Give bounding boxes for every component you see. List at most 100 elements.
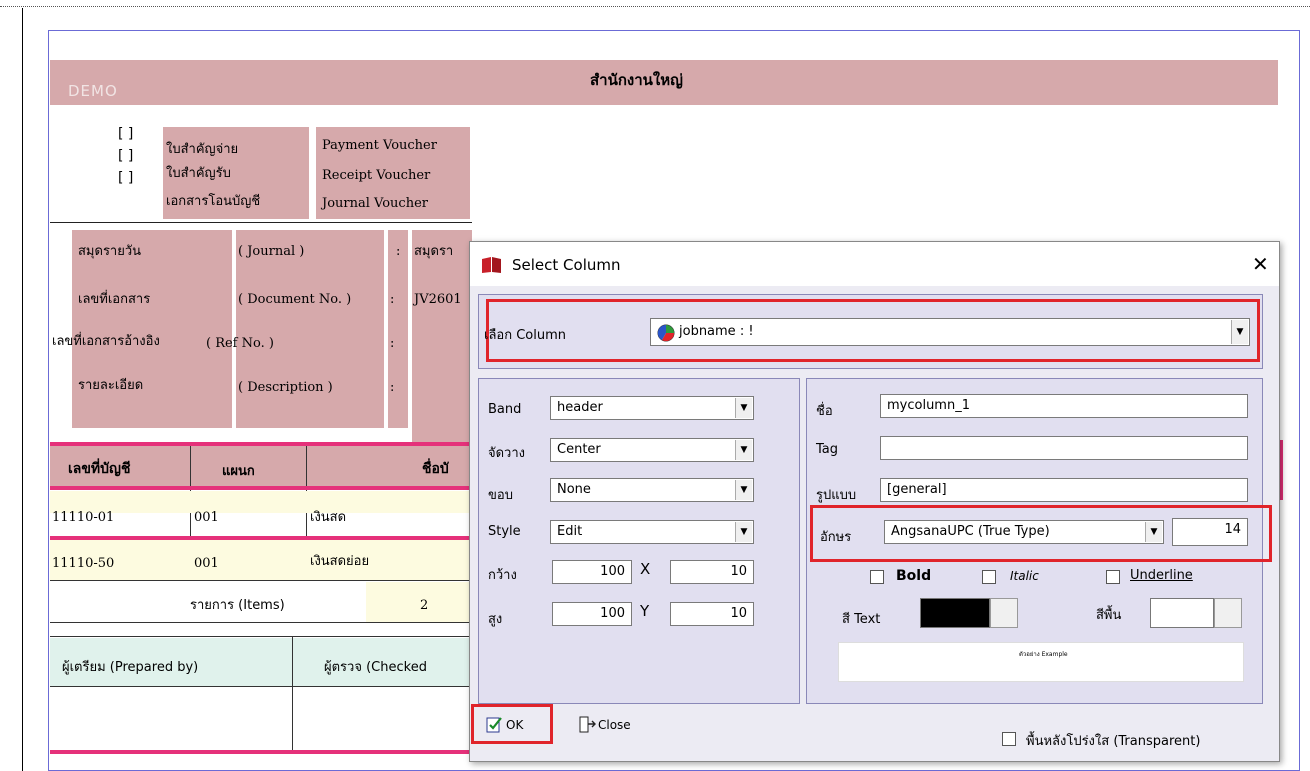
- bg-color-button[interactable]: [1214, 598, 1242, 628]
- chevron-down-icon[interactable]: ▼: [735, 480, 752, 500]
- name-label: ชื่อ: [816, 404, 833, 419]
- style-select[interactable]: Edit ▼: [550, 520, 754, 544]
- tag-input[interactable]: [880, 436, 1248, 460]
- info-eng-journal: ( Journal ): [238, 244, 305, 259]
- ok-check-icon: [486, 716, 504, 738]
- voucher-check-3[interactable]: [ ]: [118, 170, 133, 186]
- text-color-label: สี Text: [842, 612, 881, 627]
- info-eng-bg: [236, 230, 384, 428]
- x-label: X: [640, 560, 651, 578]
- voucher-check-1[interactable]: [ ]: [118, 126, 133, 142]
- row2-name: เงินสดย่อย: [310, 554, 370, 569]
- width-input[interactable]: 100: [552, 560, 632, 584]
- info-value-journal: สมุดรา: [414, 244, 454, 259]
- height-label: สูง: [488, 612, 503, 627]
- chevron-down-icon[interactable]: ▼: [1231, 320, 1248, 344]
- format-input[interactable]: [general]: [880, 478, 1248, 502]
- page-top-dotted-border: [0, 6, 1310, 7]
- ok-label: OK: [506, 718, 524, 732]
- format-label: รูปแบบ: [816, 488, 857, 503]
- dialog-titlebar[interactable]: Select Column ✕: [470, 242, 1279, 286]
- chevron-down-icon[interactable]: ▼: [735, 522, 752, 542]
- row2-dept: 001: [194, 556, 219, 571]
- exit-door-icon: [578, 716, 598, 738]
- items-rule: [50, 622, 472, 623]
- info-eng-docno: ( Document No. ): [238, 292, 352, 307]
- border-label: ขอบ: [488, 488, 513, 503]
- select-column-label: เลือก Column: [484, 328, 567, 343]
- info-label-description: รายละเอียด: [78, 378, 144, 393]
- bold-checkbox[interactable]: [870, 570, 884, 584]
- signature-vline: [292, 636, 293, 751]
- info-eng-refno: ( Ref No. ): [206, 336, 274, 351]
- font-value: AngsanaUPC (True Type): [891, 524, 1050, 539]
- chevron-down-icon[interactable]: ▼: [735, 398, 752, 418]
- row2-account: 11110-50: [52, 556, 115, 571]
- height-input[interactable]: 100: [552, 602, 632, 626]
- items-count-bg: [366, 582, 472, 622]
- font-size-input[interactable]: 14: [1172, 518, 1248, 546]
- band-value: header: [557, 400, 603, 415]
- font-select[interactable]: AngsanaUPC (True Type) ▼: [884, 520, 1164, 544]
- band-select[interactable]: header ▼: [550, 396, 754, 420]
- x-input[interactable]: 10: [670, 560, 754, 584]
- bg-color-label: สีพื้น: [1096, 608, 1122, 623]
- transparent-checkbox[interactable]: [1002, 732, 1016, 746]
- transparent-label: พื้นหลังโปร่งใส (Transparent): [1026, 734, 1201, 749]
- bold-label: Bold: [896, 568, 932, 584]
- text-color-swatch[interactable]: [920, 598, 990, 628]
- select-column-dialog: Select Column ✕ เลือก Column jobname : !…: [469, 241, 1280, 762]
- name-input[interactable]: mycolumn_1: [880, 394, 1248, 418]
- info-colon-1: :: [396, 244, 401, 259]
- align-value: Center: [557, 442, 601, 457]
- dialog-title: Select Column: [512, 256, 621, 274]
- dialog-app-icon: [480, 256, 504, 278]
- border-value: None: [557, 482, 591, 497]
- voucher-check-2[interactable]: [ ]: [118, 148, 133, 164]
- style-label: Style: [488, 524, 521, 539]
- bg-color-swatch[interactable]: [1150, 598, 1214, 628]
- chevron-down-icon[interactable]: ▼: [735, 440, 752, 460]
- style-value: Edit: [557, 524, 583, 539]
- info-label-refno: เลขที่เอกสารอ้างอิง: [52, 334, 160, 349]
- italic-label: Italic: [1010, 569, 1039, 583]
- right-pink-mark: [1280, 440, 1283, 500]
- y-input[interactable]: 10: [670, 602, 754, 626]
- band-label: Band: [488, 402, 522, 417]
- table-header-rule: [50, 486, 472, 490]
- align-select[interactable]: Center ▼: [550, 438, 754, 462]
- col-header-name: ชื่อบั: [422, 461, 449, 477]
- select-column-combo[interactable]: jobname : ! ▼: [650, 318, 1250, 346]
- width-label: กว้าง: [488, 568, 517, 583]
- signature-bottom-rule: [50, 750, 472, 754]
- info-label-docno: เลขที่เอกสาร: [78, 292, 151, 307]
- chevron-down-icon[interactable]: ▼: [1145, 522, 1162, 542]
- col-header-account: เลขที่บัญชี: [68, 461, 131, 477]
- voucher-thai-3: เอกสารโอนบัญชี: [166, 194, 261, 209]
- info-colon-bg: [388, 230, 408, 428]
- underline-label: Underline: [1130, 568, 1193, 583]
- prepared-by-label: ผู้เตรียม (Prepared by): [62, 660, 199, 675]
- info-colon-2: :: [390, 292, 395, 307]
- font-label: อักษร: [820, 530, 852, 545]
- italic-checkbox[interactable]: [982, 570, 996, 584]
- text-color-button[interactable]: [990, 598, 1018, 628]
- voucher-thai-1: ใบสำคัญจ่าย: [166, 142, 239, 157]
- row1-name: เงินสด: [310, 510, 347, 525]
- items-count: 2: [420, 598, 429, 613]
- info-value-bg: [412, 230, 472, 442]
- voucher-thai-2: ใบสำคัญรับ: [166, 166, 231, 181]
- close-icon[interactable]: ✕: [1252, 252, 1269, 276]
- info-label-journal: สมุดรายวัน: [78, 244, 142, 259]
- voucher-eng-1: Payment Voucher: [322, 138, 437, 153]
- voucher-eng-3: Journal Voucher: [322, 196, 428, 211]
- border-select[interactable]: None ▼: [550, 478, 754, 502]
- checked-by-label: ผู้ตรวจ (Checked: [324, 660, 427, 675]
- signature-mid-rule: [50, 686, 472, 687]
- underline-checkbox[interactable]: [1106, 570, 1120, 584]
- y-label: Y: [640, 602, 650, 620]
- voucher-eng-2: Receipt Voucher: [322, 168, 431, 183]
- font-preview-box: ตัวอย่าง Example: [838, 642, 1244, 682]
- info-value-docno: JV2601: [414, 292, 462, 307]
- select-column-value: jobname : !: [679, 324, 754, 339]
